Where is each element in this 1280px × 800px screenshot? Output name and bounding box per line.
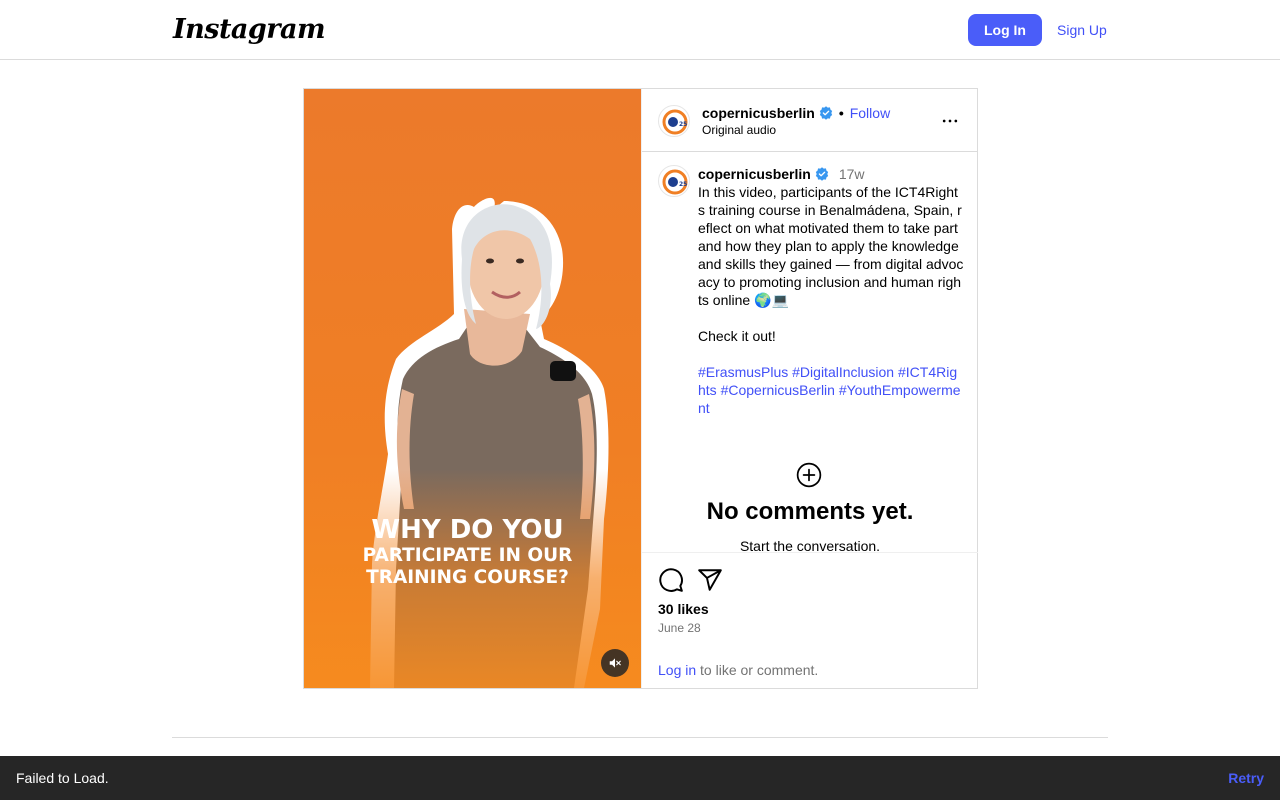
author-username[interactable]: copernicusberlin bbox=[702, 105, 815, 121]
post-date[interactable]: June 28 bbox=[658, 621, 701, 635]
comments-section: 25 copernicusberlin 17w In this video, p… bbox=[642, 153, 978, 553]
caption-hashtags[interactable]: #ErasmusPlus #DigitalInclusion #ICT4Righ… bbox=[698, 364, 961, 416]
caption-text: In this video, participants of the ICT4R… bbox=[698, 183, 964, 417]
video-overlay-text: WHY DO YOU PARTICIPATE IN OUR TRAINING C… bbox=[304, 517, 641, 587]
login-prompt-suffix: to like or comment. bbox=[696, 662, 819, 678]
no-comments-title: No comments yet. bbox=[706, 498, 914, 525]
avatar[interactable]: 25 bbox=[658, 105, 690, 137]
overlay-line-1: WHY DO YOU bbox=[371, 515, 564, 545]
overlay-line-3: TRAINING COURSE? bbox=[366, 566, 569, 588]
post-author: copernicusberlin • Follow bbox=[702, 105, 890, 121]
caption-author: copernicusberlin 17w bbox=[698, 166, 865, 182]
more-options-icon[interactable] bbox=[940, 111, 960, 131]
caption-timestamp[interactable]: 17w bbox=[839, 166, 865, 182]
speaker-muted-icon bbox=[609, 658, 621, 668]
add-circle-icon bbox=[796, 462, 822, 488]
copernicus-logo-icon: 25 bbox=[662, 169, 688, 195]
verified-badge-icon bbox=[819, 106, 832, 120]
separator-dot: • bbox=[838, 105, 844, 121]
mute-toggle-button[interactable] bbox=[601, 649, 629, 677]
post-actions: 30 likes June 28 Log in to like or comme… bbox=[642, 552, 978, 688]
copernicus-logo-icon: 25 bbox=[662, 109, 688, 135]
login-link[interactable]: Log in bbox=[658, 662, 696, 678]
error-toast: Failed to Load. Retry bbox=[0, 756, 1280, 800]
retry-button[interactable]: Retry bbox=[1228, 770, 1264, 786]
audio-label[interactable]: Original audio bbox=[702, 123, 776, 137]
follow-button[interactable]: Follow bbox=[850, 105, 890, 121]
verified-badge-icon bbox=[815, 167, 828, 181]
post-card: WHY DO YOU PARTICIPATE IN OUR TRAINING C… bbox=[303, 88, 978, 689]
login-prompt: Log in to like or comment. bbox=[658, 662, 818, 678]
login-button[interactable]: Log In bbox=[968, 14, 1042, 46]
likes-count[interactable]: 30 likes bbox=[658, 601, 709, 617]
video-frame-person bbox=[304, 197, 641, 688]
comment-icon[interactable] bbox=[658, 567, 684, 593]
post-header: 25 copernicusberlin • Follow Original au… bbox=[642, 89, 978, 152]
top-bar: Instagram Log In Sign Up bbox=[0, 0, 1280, 60]
post-video[interactable]: WHY DO YOU PARTICIPATE IN OUR TRAINING C… bbox=[304, 89, 641, 688]
caption-body: In this video, participants of the ICT4R… bbox=[698, 184, 964, 344]
toast-message: Failed to Load. bbox=[16, 770, 109, 786]
footer-divider bbox=[172, 737, 1108, 738]
no-comments-subtitle: Start the conversation. bbox=[739, 538, 881, 553]
svg-text:25: 25 bbox=[679, 181, 687, 188]
caption-avatar[interactable]: 25 bbox=[658, 165, 690, 197]
svg-text:25: 25 bbox=[679, 121, 687, 128]
share-icon[interactable] bbox=[697, 567, 723, 593]
instagram-logo[interactable]: Instagram bbox=[173, 14, 326, 45]
overlay-line-2: PARTICIPATE IN OUR bbox=[362, 545, 573, 566]
signup-link[interactable]: Sign Up bbox=[1057, 22, 1107, 38]
caption-username[interactable]: copernicusberlin bbox=[698, 166, 811, 182]
post-side-panel: 25 copernicusberlin • Follow Original au… bbox=[641, 89, 978, 688]
